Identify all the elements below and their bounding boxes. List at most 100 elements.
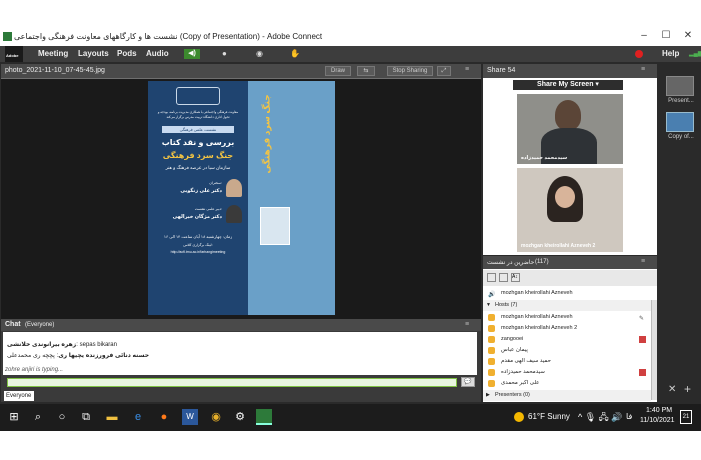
list-item[interactable]: سیدمحمد حمیدزاده xyxy=(483,367,651,378)
host-icon xyxy=(488,347,495,354)
send-message-button[interactable]: 💬 xyxy=(461,377,475,387)
grid-view-icon[interactable] xyxy=(499,273,508,282)
chat-messages: زهره بیرانوندی خلانشی: sepas bikaran حسن… xyxy=(3,332,477,375)
camera-menu-icon[interactable]: ≡ xyxy=(641,66,645,73)
attendee-pod-header: حاضرین در نشست (117) ≡ xyxy=(483,256,657,269)
host-icon xyxy=(488,314,495,321)
book-spine-title: جنگ سرد فرهنگی xyxy=(262,94,273,173)
host-name: zangooei xyxy=(501,336,524,342)
file-explorer-icon[interactable]: ▬ xyxy=(104,409,120,425)
hosts-group-header[interactable]: ▼ Hosts (7) xyxy=(483,300,651,311)
host-name: علی اکبر محمدی xyxy=(501,380,540,386)
layout-thumbnail-copy[interactable] xyxy=(666,112,694,132)
list-view-icon[interactable] xyxy=(487,273,496,282)
active-speaker-name: mozhgan kheirollahi Azneveh xyxy=(501,290,573,296)
moderator-label: دبیر علمی نشست: xyxy=(194,207,222,211)
microphone-icon[interactable]: ● xyxy=(222,49,232,59)
chat-text: sepas bikaran xyxy=(79,342,117,348)
attendee-scrollbar[interactable] xyxy=(651,300,657,400)
chat-tab-everyone[interactable]: Everyone xyxy=(4,391,34,401)
host-name: mozhgan kheirollahi Azneveh xyxy=(501,314,573,320)
cortana-icon[interactable]: ○ xyxy=(54,409,70,425)
list-item[interactable]: پیمان عباس xyxy=(483,345,651,356)
presenters-group-header[interactable]: ▶ Presenters (0) xyxy=(483,390,651,401)
tray-icons[interactable]: ^ 🎙 🖧 🔊 xyxy=(578,410,622,426)
active-speaker-icon: 🔊 xyxy=(488,292,496,298)
webcam-icon[interactable]: ◉ xyxy=(256,49,266,59)
task-view-icon[interactable]: ⧉ xyxy=(78,409,94,425)
chat-menu-icon[interactable]: ≡ xyxy=(465,321,469,328)
chat-input[interactable] xyxy=(7,378,457,387)
signal-icon: ▂▄▆ xyxy=(689,51,701,57)
layout-thumbnail-presentation[interactable] xyxy=(666,76,694,96)
person-1 xyxy=(555,100,581,130)
maximize-button[interactable]: ☐ xyxy=(656,30,676,44)
search-icon[interactable]: ⌕ xyxy=(30,409,46,425)
share-my-screen-label: Share My Screen xyxy=(537,81,594,88)
stop-sharing-button[interactable]: Stop Sharing xyxy=(387,66,433,76)
speaker-icon[interactable]: ◀) xyxy=(184,49,200,59)
collapse-icon: ▼ xyxy=(486,302,491,308)
host-icon xyxy=(488,358,495,365)
minimize-button[interactable]: – xyxy=(634,30,654,44)
poster-logo xyxy=(176,87,220,105)
adobe-logo-text: Adobe xyxy=(6,53,19,58)
attendee-pod-title: حاضرین در نشست xyxy=(487,260,535,266)
poster-header-line-2: تحول اداری دانشگاه تربیت مدرس برگزار می‌… xyxy=(166,115,230,119)
typing-indicator: zohre anjiri is typing... xyxy=(5,367,64,373)
move-icon[interactable]: ✕ xyxy=(668,384,676,395)
settings-icon[interactable]: ⚙ xyxy=(232,409,248,425)
attendee-toolbar: A↕ xyxy=(483,270,657,286)
layout-label: Copy of... xyxy=(668,134,694,140)
raise-hand-icon[interactable]: ✋ xyxy=(290,49,300,59)
list-item[interactable]: حمید سیف الهی مقدم xyxy=(483,356,651,367)
adobe-connect-taskbar-icon[interactable] xyxy=(256,409,272,425)
muted-mic-icon xyxy=(639,369,646,376)
list-item[interactable]: علی اکبر محمدی xyxy=(483,378,651,389)
edge-icon[interactable]: e xyxy=(130,409,146,425)
video-1-label: سیدمحمد حمیدزاده xyxy=(521,155,568,161)
menu-meeting[interactable]: Meeting xyxy=(38,49,68,58)
draw-button[interactable]: Draw xyxy=(325,66,351,76)
windows-taskbar: ⊞ ⌕ ○ ⧉ ▬ e ● W ◉ ⚙ 61°F Sunny ^ 🎙 🖧 🔊 ف… xyxy=(0,404,701,431)
hosts-label: Hosts (7) xyxy=(495,302,518,308)
camera-pod-header: Share 54 ≡ xyxy=(483,64,657,78)
start-icon[interactable]: ⊞ xyxy=(6,409,22,425)
notifications-icon[interactable]: 21 xyxy=(680,410,692,424)
poster-banner: نشست علمی فرهنگی xyxy=(162,126,234,133)
list-item[interactable]: zangooei xyxy=(483,334,651,345)
share-pod-header: photo_2021-11-10_07-45-45.jpg Draw ⇆ Sto… xyxy=(1,64,481,78)
clock-time: 1:40 PM xyxy=(646,407,673,414)
window-title: نشست ها و کارگاههای معاونت فرهنگی واجتما… xyxy=(14,32,323,41)
list-item[interactable]: mozhgan kheirollahi Azneveh 2 xyxy=(483,323,651,334)
menu-help[interactable]: Help xyxy=(662,49,679,58)
list-item[interactable]: mozhgan kheirollahi Azneveh ✎ xyxy=(483,312,651,323)
menu-layouts[interactable]: Layouts xyxy=(78,49,109,58)
poster-title-3: سازمان سیا در عرصه فرهنگ و هنر xyxy=(165,165,231,170)
share-my-screen-button[interactable]: Share My Screen ▾ xyxy=(513,80,623,90)
attendee-pod: حاضرین در نشست (117) ≡ A↕ 🔊 mozhgan khei… xyxy=(483,256,657,402)
sync-button[interactable]: ⇆ xyxy=(357,66,375,76)
muted-mic-icon xyxy=(639,336,646,343)
moderator-name: دکتر مژگان خیرالهی xyxy=(172,214,222,220)
notification-count: 21 xyxy=(682,414,690,420)
sort-icon[interactable]: A↕ xyxy=(511,273,520,282)
host-name: حمید سیف الهی مقدم xyxy=(501,358,552,364)
shared-poster-image: معاونت فرهنگی واجتماعی با همکاری مدیریت … xyxy=(148,81,335,315)
add-layout-icon[interactable]: + xyxy=(684,382,691,396)
menu-audio[interactable]: Audio xyxy=(146,49,169,58)
poster-title-1: بررسی و نقد کتاب xyxy=(161,138,235,147)
host-name: پیمان عباس xyxy=(501,347,528,353)
attendee-menu-icon[interactable]: ≡ xyxy=(641,258,645,265)
close-button[interactable]: ✕ xyxy=(678,30,698,44)
pod-menu-icon[interactable]: ≡ xyxy=(465,66,469,73)
firefox-icon[interactable]: ● xyxy=(156,409,172,425)
word-icon[interactable]: W xyxy=(182,409,198,425)
chrome-icon[interactable]: ◉ xyxy=(208,409,224,425)
language-indicator[interactable]: فا xyxy=(626,412,632,421)
menu-pods[interactable]: Pods xyxy=(117,49,137,58)
poster-header-line-1: معاونت فرهنگی واجتماعی با همکاری مدیریت … xyxy=(157,110,239,114)
fullscreen-button[interactable]: ⤢ xyxy=(437,66,451,76)
app-icon xyxy=(3,32,12,41)
person-2-face xyxy=(555,186,575,208)
